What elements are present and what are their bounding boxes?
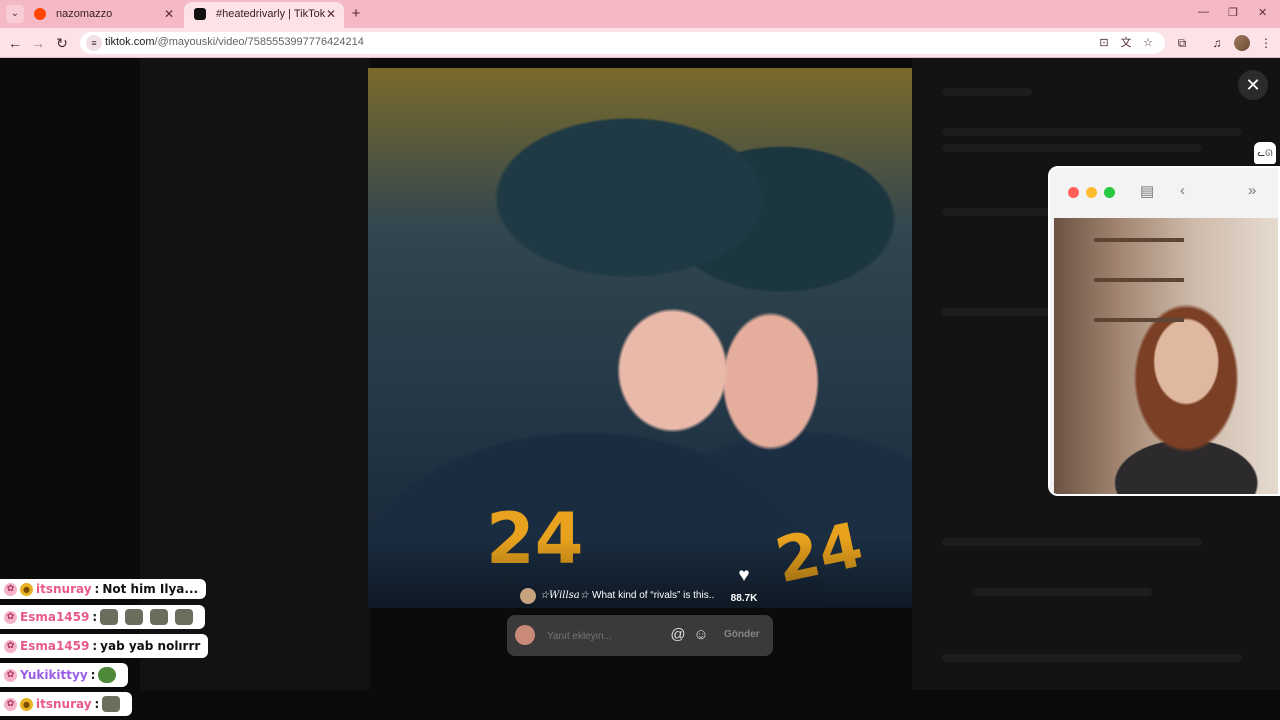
tab-close-icon[interactable]: ✕ [326,2,336,26]
browser-menu-icon[interactable]: ⋮ [1258,35,1274,51]
user-avatar [515,625,535,645]
placeholder-line [942,88,1032,96]
new-tab-button[interactable]: + [346,4,366,24]
bookshelf [1094,238,1184,242]
window-close-dot-icon[interactable] [1068,187,1079,198]
star-badge-icon: ✿ [4,697,17,711]
chat-message: ✿ Esma1459 : yab yab nolırrr [0,634,209,658]
placeholder-line [942,538,1202,546]
bookmark-star-icon[interactable]: ☆ [1141,36,1155,50]
author-avatar[interactable] [520,588,536,604]
chat-message: ✿ Yukikittyy : [0,663,129,687]
reply-input[interactable] [547,628,667,644]
chat-separator: : [92,639,98,653]
window-minimize-dot-icon[interactable] [1086,187,1097,198]
chat-username: itsnuray [36,697,92,711]
back-icon[interactable]: ← [6,34,24,52]
star-badge-icon: ✿ [4,610,17,624]
forward-icon[interactable]: → [29,34,47,52]
tab-search-menu-icon[interactable]: ⌄ [6,5,24,23]
emote-icon [102,696,121,712]
tab-strip: ⌄ nazomazzo ✕ #heatedrivarly | TikTok ✕ … [0,0,1280,28]
reply-bar: @ ☺ Gönder [507,615,773,656]
placeholder-line [942,144,1202,152]
coin-badge-icon: ● [20,697,33,711]
bookshelf [1094,278,1184,282]
placeholder-line [942,308,1062,316]
site-info-icon[interactable]: ≡ [86,35,102,51]
chat-text: Not him Ilya... [102,582,199,596]
coin-badge-icon: ● [20,582,33,596]
tab-tiktok[interactable]: #heatedrivarly | TikTok ✕ [184,2,344,28]
chevron-left-icon[interactable]: ‹ [1180,182,1185,199]
tab-close-icon[interactable]: ✕ [164,2,174,26]
placeholder-line [942,128,1242,136]
chat-username: Esma1459 [20,610,90,624]
minimize-icon[interactable]: — [1198,6,1209,18]
like-count: 88.7K [730,593,758,604]
install-app-icon[interactable]: ⊡ [1097,36,1111,50]
mention-icon[interactable]: @ [669,626,687,644]
placeholder-line [972,588,1152,596]
url-path: /@mayouski/video/7585553997776424214 [154,36,364,48]
star-badge-icon: ✿ [4,639,17,653]
chat-separator: : [94,582,100,596]
bookshelf [1094,318,1184,322]
tiktok-favicon-icon [194,8,206,20]
chat-message: ✿ Esma1459 : [0,605,206,629]
chat-separator: : [90,668,96,682]
emote-icon [100,609,119,625]
chat-message: ✿ ● itsnuray : [0,692,133,716]
video-player[interactable]: 24 24 [368,68,912,608]
tab-nazomazzo[interactable]: nazomazzo ✕ [24,2,182,28]
tab-title: nazomazzo [56,8,113,20]
author-name[interactable]: ☆Willsa☆ [540,590,589,601]
media-controls-icon[interactable]: ♫ [1209,35,1225,51]
url-host: tiktok.com [105,36,155,48]
chat-separator: : [92,610,98,624]
tab-title: #heatedrivarly | TikTok [216,8,326,20]
placeholder-line [942,654,1242,662]
chat-username: Yukikittyy [20,668,88,682]
pixel-cat-sticker: ᓚᘏ [1254,142,1276,164]
chat-username: itsnuray [36,582,92,596]
reload-icon[interactable]: ↻ [53,34,71,52]
like-heart-icon[interactable]: ♥ [733,566,755,586]
double-chevron-right-icon[interactable]: » [1248,182,1256,199]
chat-separator: : [94,697,100,711]
close-viewer-button[interactable]: ✕ [1238,70,1268,100]
browser-toolbar: ← → ↻ ≡ tiktok.com/@mayouski/video/75855… [0,28,1280,58]
video-caption: What kind of “rivals” is this.. [592,590,715,601]
webcam-feed [1054,218,1278,494]
chat-message: ✿ ● itsnuray : Not him Ilya... [0,579,207,599]
emote-icon [125,609,144,625]
window-zoom-dot-icon[interactable] [1104,187,1115,198]
facecam-window: ▤ ‹ » [1048,166,1280,496]
star-badge-icon: ✿ [4,668,17,682]
emote-icon [175,609,194,625]
send-button[interactable]: Gönder [724,629,760,640]
profile-avatar[interactable] [1234,35,1250,51]
chat-text: yab yab nolırrr [100,639,201,653]
sidebar-toggle-icon[interactable]: ▤ [1140,182,1154,200]
restore-icon[interactable]: ❐ [1228,6,1238,19]
window-close-icon[interactable]: ✕ [1258,6,1267,19]
extensions-icon[interactable]: ⧉ [1174,35,1190,51]
star-badge-icon: ✿ [4,582,17,596]
reddit-favicon-icon [34,8,46,20]
emote-icon [150,609,169,625]
translate-icon[interactable]: 文 [1119,36,1133,50]
emoji-icon[interactable]: ☺ [692,626,710,644]
chat-username: Esma1459 [20,639,90,653]
address-bar[interactable]: ≡ tiktok.com/@mayouski/video/75855539977… [80,32,1165,54]
frog-emote-icon [98,667,117,683]
url-text[interactable]: tiktok.com/@mayouski/video/7585553997776… [105,36,364,48]
